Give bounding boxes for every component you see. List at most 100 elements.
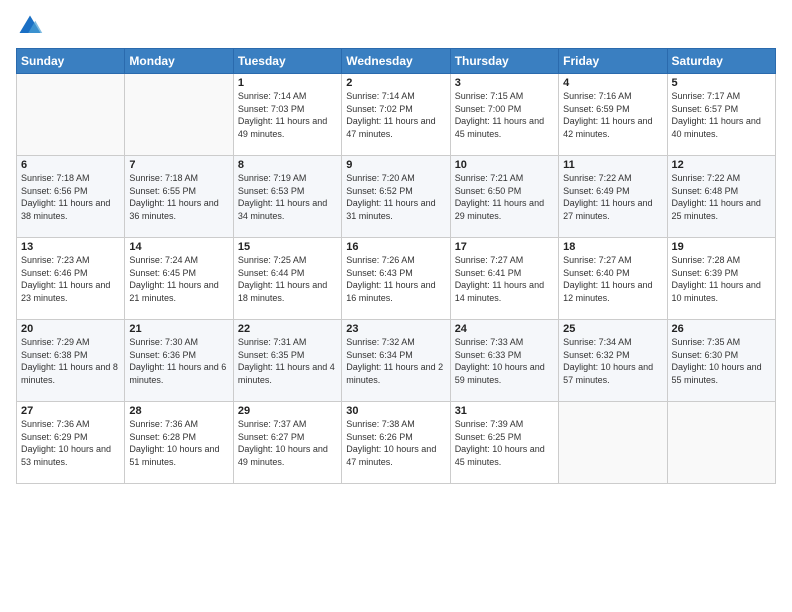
calendar-cell: 20Sunrise: 7:29 AMSunset: 6:38 PMDayligh… xyxy=(17,320,125,402)
calendar-week-row: 13Sunrise: 7:23 AMSunset: 6:46 PMDayligh… xyxy=(17,238,776,320)
calendar-cell: 1Sunrise: 7:14 AMSunset: 7:03 PMDaylight… xyxy=(233,74,341,156)
day-info: Sunrise: 7:27 AMSunset: 6:41 PMDaylight:… xyxy=(455,254,554,304)
day-number: 29 xyxy=(238,405,337,417)
calendar-cell xyxy=(667,402,775,484)
day-number: 3 xyxy=(455,77,554,89)
day-number: 6 xyxy=(21,159,120,171)
day-number: 24 xyxy=(455,323,554,335)
day-info: Sunrise: 7:35 AMSunset: 6:30 PMDaylight:… xyxy=(672,336,771,386)
day-info: Sunrise: 7:18 AMSunset: 6:56 PMDaylight:… xyxy=(21,172,120,222)
calendar-cell: 10Sunrise: 7:21 AMSunset: 6:50 PMDayligh… xyxy=(450,156,558,238)
day-info: Sunrise: 7:23 AMSunset: 6:46 PMDaylight:… xyxy=(21,254,120,304)
calendar-cell xyxy=(17,74,125,156)
calendar-cell: 26Sunrise: 7:35 AMSunset: 6:30 PMDayligh… xyxy=(667,320,775,402)
day-number: 28 xyxy=(129,405,228,417)
day-number: 23 xyxy=(346,323,445,335)
day-info: Sunrise: 7:38 AMSunset: 6:26 PMDaylight:… xyxy=(346,418,445,468)
calendar-cell: 17Sunrise: 7:27 AMSunset: 6:41 PMDayligh… xyxy=(450,238,558,320)
day-info: Sunrise: 7:39 AMSunset: 6:25 PMDaylight:… xyxy=(455,418,554,468)
day-number: 26 xyxy=(672,323,771,335)
day-info: Sunrise: 7:14 AMSunset: 7:03 PMDaylight:… xyxy=(238,90,337,140)
day-info: Sunrise: 7:24 AMSunset: 6:45 PMDaylight:… xyxy=(129,254,228,304)
day-info: Sunrise: 7:20 AMSunset: 6:52 PMDaylight:… xyxy=(346,172,445,222)
calendar-cell: 4Sunrise: 7:16 AMSunset: 6:59 PMDaylight… xyxy=(559,74,667,156)
calendar-week-row: 1Sunrise: 7:14 AMSunset: 7:03 PMDaylight… xyxy=(17,74,776,156)
calendar-cell: 7Sunrise: 7:18 AMSunset: 6:55 PMDaylight… xyxy=(125,156,233,238)
day-info: Sunrise: 7:33 AMSunset: 6:33 PMDaylight:… xyxy=(455,336,554,386)
day-info: Sunrise: 7:22 AMSunset: 6:48 PMDaylight:… xyxy=(672,172,771,222)
day-number: 18 xyxy=(563,241,662,253)
day-info: Sunrise: 7:37 AMSunset: 6:27 PMDaylight:… xyxy=(238,418,337,468)
calendar-header-row: SundayMondayTuesdayWednesdayThursdayFrid… xyxy=(17,49,776,74)
calendar-week-row: 27Sunrise: 7:36 AMSunset: 6:29 PMDayligh… xyxy=(17,402,776,484)
calendar-cell: 27Sunrise: 7:36 AMSunset: 6:29 PMDayligh… xyxy=(17,402,125,484)
day-info: Sunrise: 7:27 AMSunset: 6:40 PMDaylight:… xyxy=(563,254,662,304)
calendar-cell: 25Sunrise: 7:34 AMSunset: 6:32 PMDayligh… xyxy=(559,320,667,402)
weekday-header-thursday: Thursday xyxy=(450,49,558,74)
calendar-cell: 3Sunrise: 7:15 AMSunset: 7:00 PMDaylight… xyxy=(450,74,558,156)
day-number: 22 xyxy=(238,323,337,335)
calendar-week-row: 20Sunrise: 7:29 AMSunset: 6:38 PMDayligh… xyxy=(17,320,776,402)
calendar-cell: 14Sunrise: 7:24 AMSunset: 6:45 PMDayligh… xyxy=(125,238,233,320)
day-info: Sunrise: 7:28 AMSunset: 6:39 PMDaylight:… xyxy=(672,254,771,304)
calendar-cell: 12Sunrise: 7:22 AMSunset: 6:48 PMDayligh… xyxy=(667,156,775,238)
day-number: 5 xyxy=(672,77,771,89)
day-number: 15 xyxy=(238,241,337,253)
day-number: 9 xyxy=(346,159,445,171)
day-number: 21 xyxy=(129,323,228,335)
calendar-cell: 29Sunrise: 7:37 AMSunset: 6:27 PMDayligh… xyxy=(233,402,341,484)
calendar-cell: 16Sunrise: 7:26 AMSunset: 6:43 PMDayligh… xyxy=(342,238,450,320)
day-info: Sunrise: 7:34 AMSunset: 6:32 PMDaylight:… xyxy=(563,336,662,386)
day-number: 4 xyxy=(563,77,662,89)
calendar-cell: 9Sunrise: 7:20 AMSunset: 6:52 PMDaylight… xyxy=(342,156,450,238)
calendar-cell xyxy=(125,74,233,156)
logo xyxy=(16,12,48,40)
day-info: Sunrise: 7:36 AMSunset: 6:28 PMDaylight:… xyxy=(129,418,228,468)
day-info: Sunrise: 7:30 AMSunset: 6:36 PMDaylight:… xyxy=(129,336,228,386)
calendar-cell: 22Sunrise: 7:31 AMSunset: 6:35 PMDayligh… xyxy=(233,320,341,402)
calendar-cell: 2Sunrise: 7:14 AMSunset: 7:02 PMDaylight… xyxy=(342,74,450,156)
calendar-table: SundayMondayTuesdayWednesdayThursdayFrid… xyxy=(16,48,776,484)
day-number: 7 xyxy=(129,159,228,171)
calendar-cell: 18Sunrise: 7:27 AMSunset: 6:40 PMDayligh… xyxy=(559,238,667,320)
calendar-cell: 28Sunrise: 7:36 AMSunset: 6:28 PMDayligh… xyxy=(125,402,233,484)
calendar-cell: 30Sunrise: 7:38 AMSunset: 6:26 PMDayligh… xyxy=(342,402,450,484)
day-info: Sunrise: 7:16 AMSunset: 6:59 PMDaylight:… xyxy=(563,90,662,140)
page: SundayMondayTuesdayWednesdayThursdayFrid… xyxy=(0,0,792,612)
day-info: Sunrise: 7:15 AMSunset: 7:00 PMDaylight:… xyxy=(455,90,554,140)
day-number: 17 xyxy=(455,241,554,253)
calendar-cell: 13Sunrise: 7:23 AMSunset: 6:46 PMDayligh… xyxy=(17,238,125,320)
calendar-cell: 31Sunrise: 7:39 AMSunset: 6:25 PMDayligh… xyxy=(450,402,558,484)
day-info: Sunrise: 7:21 AMSunset: 6:50 PMDaylight:… xyxy=(455,172,554,222)
calendar-cell: 5Sunrise: 7:17 AMSunset: 6:57 PMDaylight… xyxy=(667,74,775,156)
day-info: Sunrise: 7:31 AMSunset: 6:35 PMDaylight:… xyxy=(238,336,337,386)
day-number: 11 xyxy=(563,159,662,171)
day-number: 2 xyxy=(346,77,445,89)
day-number: 20 xyxy=(21,323,120,335)
calendar-cell: 24Sunrise: 7:33 AMSunset: 6:33 PMDayligh… xyxy=(450,320,558,402)
calendar-week-row: 6Sunrise: 7:18 AMSunset: 6:56 PMDaylight… xyxy=(17,156,776,238)
day-info: Sunrise: 7:19 AMSunset: 6:53 PMDaylight:… xyxy=(238,172,337,222)
day-info: Sunrise: 7:22 AMSunset: 6:49 PMDaylight:… xyxy=(563,172,662,222)
weekday-header-wednesday: Wednesday xyxy=(342,49,450,74)
calendar-cell: 8Sunrise: 7:19 AMSunset: 6:53 PMDaylight… xyxy=(233,156,341,238)
weekday-header-tuesday: Tuesday xyxy=(233,49,341,74)
calendar-cell: 11Sunrise: 7:22 AMSunset: 6:49 PMDayligh… xyxy=(559,156,667,238)
day-number: 16 xyxy=(346,241,445,253)
day-number: 30 xyxy=(346,405,445,417)
calendar-cell: 21Sunrise: 7:30 AMSunset: 6:36 PMDayligh… xyxy=(125,320,233,402)
weekday-header-monday: Monday xyxy=(125,49,233,74)
day-info: Sunrise: 7:26 AMSunset: 6:43 PMDaylight:… xyxy=(346,254,445,304)
day-number: 12 xyxy=(672,159,771,171)
weekday-header-saturday: Saturday xyxy=(667,49,775,74)
day-number: 19 xyxy=(672,241,771,253)
calendar-cell: 6Sunrise: 7:18 AMSunset: 6:56 PMDaylight… xyxy=(17,156,125,238)
header xyxy=(16,12,776,40)
day-number: 14 xyxy=(129,241,228,253)
day-number: 13 xyxy=(21,241,120,253)
day-info: Sunrise: 7:18 AMSunset: 6:55 PMDaylight:… xyxy=(129,172,228,222)
calendar-cell: 23Sunrise: 7:32 AMSunset: 6:34 PMDayligh… xyxy=(342,320,450,402)
day-info: Sunrise: 7:29 AMSunset: 6:38 PMDaylight:… xyxy=(21,336,120,386)
day-info: Sunrise: 7:32 AMSunset: 6:34 PMDaylight:… xyxy=(346,336,445,386)
day-info: Sunrise: 7:17 AMSunset: 6:57 PMDaylight:… xyxy=(672,90,771,140)
